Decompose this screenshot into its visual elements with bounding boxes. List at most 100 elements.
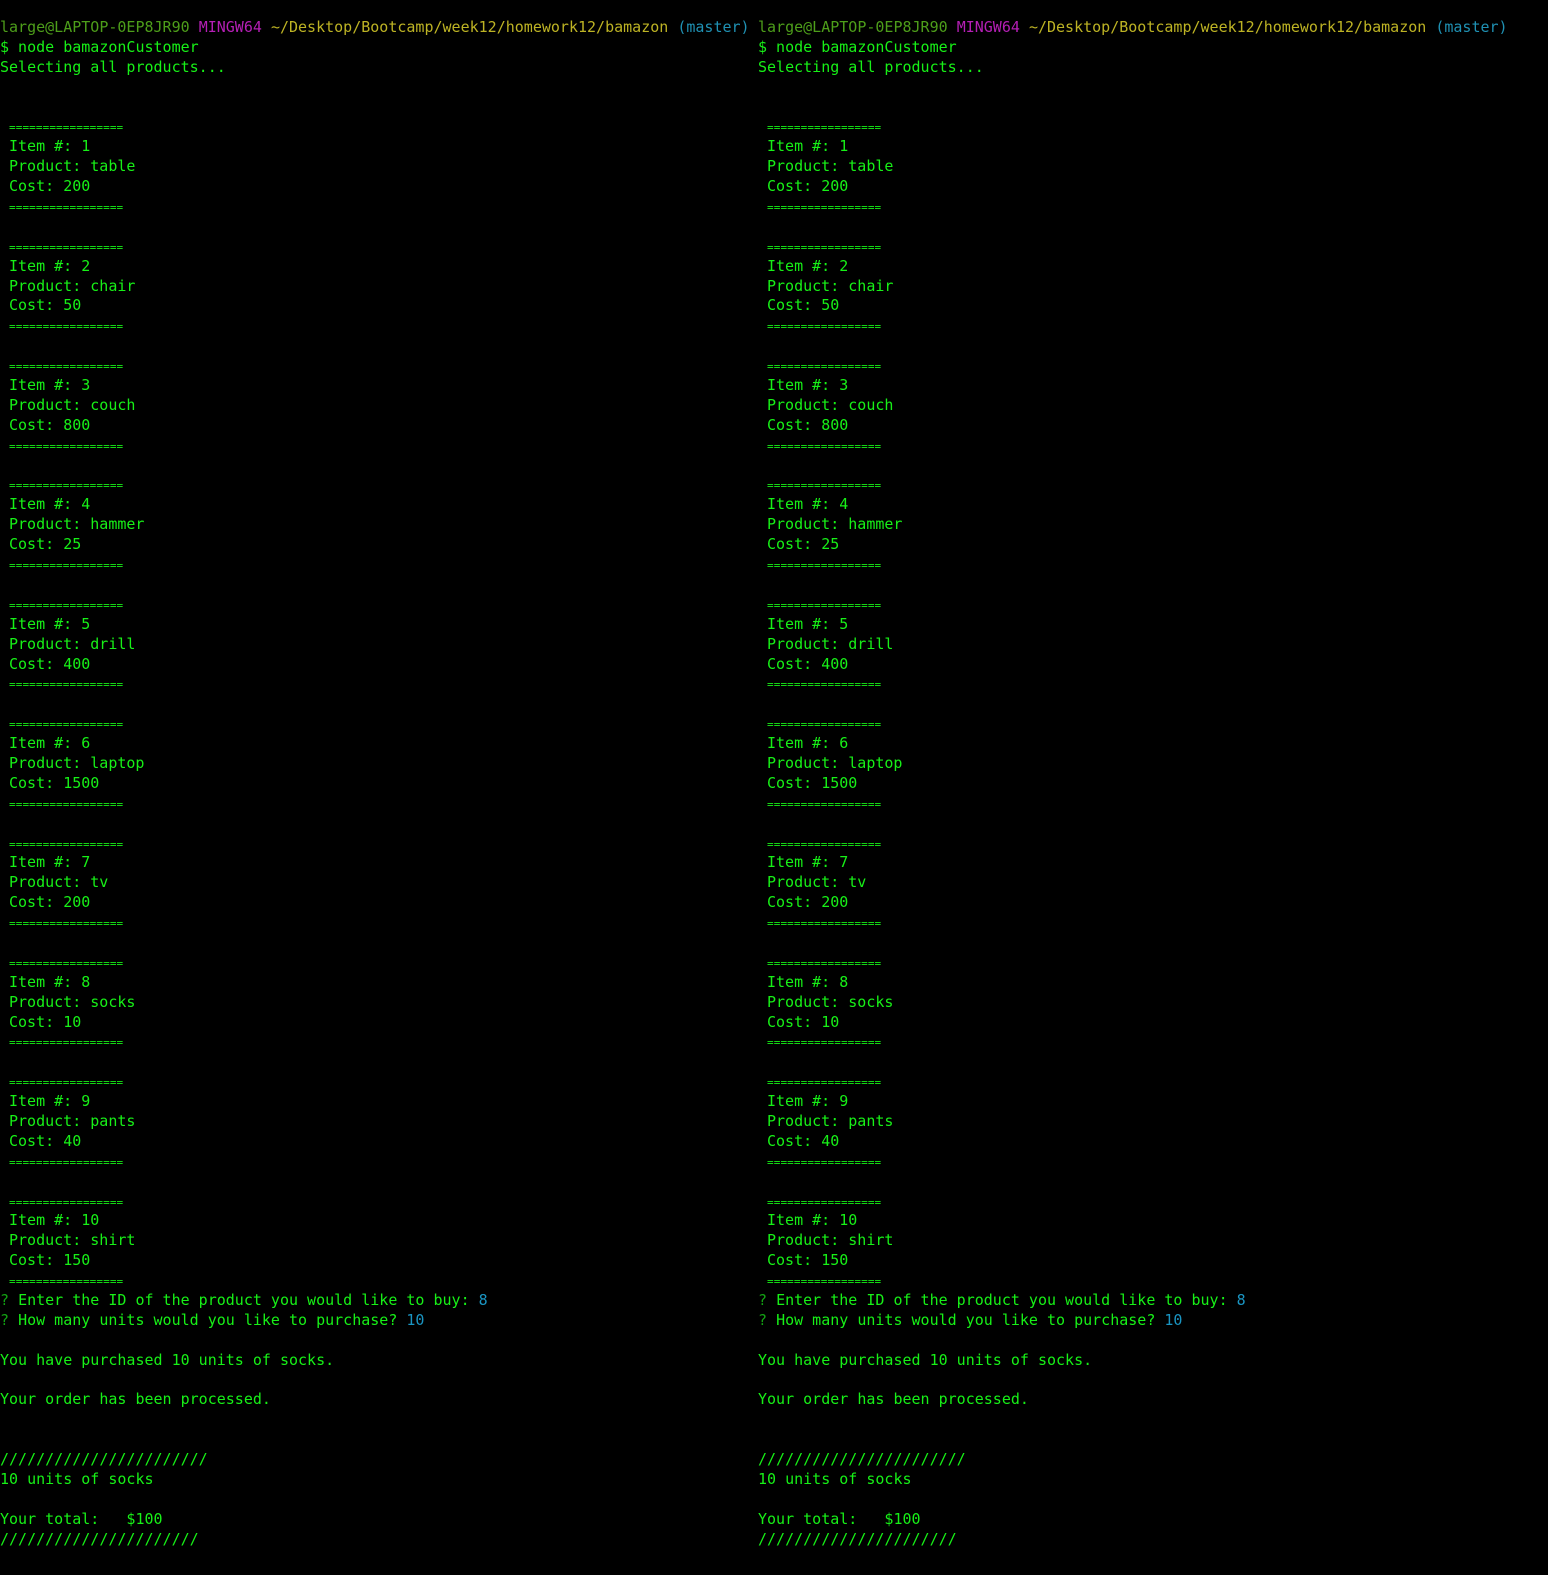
summary-units: 10 units of socks bbox=[0, 1470, 154, 1489]
product-cost-line: Cost: 200 bbox=[758, 177, 1516, 197]
question-mark-icon: ? bbox=[0, 1291, 10, 1309]
separator: ================= bbox=[9, 121, 124, 135]
product-name: shirt bbox=[848, 1231, 894, 1250]
product-label: Product: bbox=[9, 276, 91, 295]
separator: ================= bbox=[9, 917, 124, 931]
product-name: tv bbox=[848, 873, 867, 892]
product-item-line: Item #: 6 bbox=[0, 734, 758, 754]
product-name: table bbox=[848, 157, 894, 176]
shell-prompt-line: large@LAPTOP-0EP8JR90 MINGW64 ~/Desktop/… bbox=[758, 18, 1516, 38]
product-cost: 40 bbox=[821, 1131, 840, 1150]
product-item-line: Item #: 2 bbox=[0, 257, 758, 277]
product-name-line: Product: table bbox=[758, 157, 1516, 177]
item-label: Item #: bbox=[9, 614, 82, 633]
item-label: Item #: bbox=[767, 495, 840, 514]
separator-line: ================= bbox=[758, 436, 1516, 456]
question-answer: 8 bbox=[1236, 1291, 1246, 1309]
separator-line: ================= bbox=[0, 117, 758, 137]
separator-line: ================= bbox=[0, 1271, 758, 1291]
product-item-line: Item #: 10 bbox=[0, 1211, 758, 1231]
item-id: 4 bbox=[839, 495, 849, 514]
product-cost: 1500 bbox=[821, 773, 858, 792]
prompt-shell: MINGW64 bbox=[956, 18, 1020, 36]
product-name: drill bbox=[848, 634, 894, 653]
separator-line: ================= bbox=[0, 834, 758, 854]
product-cost: 25 bbox=[821, 535, 840, 554]
product-name-line: Product: couch bbox=[758, 396, 1516, 416]
separator: ================= bbox=[767, 559, 882, 573]
status-line: Selecting all products... bbox=[0, 58, 758, 78]
product-name-line: Product: drill bbox=[0, 635, 758, 655]
product-name-line: Product: laptop bbox=[758, 754, 1516, 774]
separator: ================= bbox=[767, 360, 882, 374]
item-id: 1 bbox=[839, 137, 849, 156]
product-cost: 150 bbox=[821, 1251, 849, 1270]
separator: ================= bbox=[9, 678, 124, 692]
separator-line: ================= bbox=[758, 794, 1516, 814]
prompt-shell: MINGW64 bbox=[198, 18, 262, 36]
product-label: Product: bbox=[9, 1231, 91, 1250]
product-name: couch bbox=[90, 395, 136, 414]
prompt-branch: (master) bbox=[677, 18, 750, 36]
prompt-branch: (master) bbox=[1435, 18, 1508, 36]
product-cost-line: Cost: 50 bbox=[758, 296, 1516, 316]
summary-units-line: 10 units of socks bbox=[758, 1470, 1516, 1490]
prompt-user-host: large@LAPTOP-0EP8JR90 bbox=[758, 18, 948, 36]
product-label: Product: bbox=[9, 515, 91, 534]
item-label: Item #: bbox=[767, 1092, 840, 1111]
item-id: 2 bbox=[839, 256, 849, 275]
purchase-message-line: You have purchased 10 units of socks. bbox=[0, 1351, 758, 1371]
product-name: hammer bbox=[848, 515, 903, 534]
question-mark-icon: ? bbox=[0, 1310, 10, 1329]
separator: ================= bbox=[767, 320, 882, 334]
product-name-line: Product: socks bbox=[0, 993, 758, 1013]
processed-message: Your order has been processed. bbox=[758, 1390, 1029, 1409]
terminal-pane-right[interactable]: large@LAPTOP-0EP8JR90 MINGW64 ~/Desktop/… bbox=[758, 18, 1516, 1550]
product-cost-line: Cost: 1500 bbox=[0, 774, 758, 794]
item-id: 4 bbox=[81, 495, 91, 514]
question-answer: 8 bbox=[478, 1291, 488, 1309]
separator-line: ================= bbox=[0, 1072, 758, 1092]
product-item-line: Item #: 1 bbox=[0, 137, 758, 157]
separator: ================= bbox=[9, 1036, 124, 1050]
product-label: Product: bbox=[9, 1111, 91, 1130]
cost-label: Cost: bbox=[9, 773, 64, 792]
separator-line: ================= bbox=[758, 237, 1516, 257]
cost-label: Cost: bbox=[9, 296, 64, 315]
product-name: tv bbox=[90, 873, 109, 892]
product-cost-line: Cost: 1500 bbox=[758, 774, 1516, 794]
item-id: 7 bbox=[81, 853, 91, 872]
separator: ================= bbox=[767, 121, 882, 135]
question-mark-icon: ? bbox=[758, 1291, 768, 1309]
product-name-line: Product: table bbox=[0, 157, 758, 177]
cost-label: Cost: bbox=[767, 535, 822, 554]
separator-line: ================= bbox=[758, 555, 1516, 575]
separator: ================= bbox=[767, 240, 882, 254]
product-item-line: Item #: 6 bbox=[758, 734, 1516, 754]
cost-label: Cost: bbox=[9, 654, 64, 673]
item-label: Item #: bbox=[9, 137, 82, 156]
terminal-pane-left[interactable]: large@LAPTOP-0EP8JR90 MINGW64 ~/Desktop/… bbox=[0, 18, 758, 1550]
product-cost: 200 bbox=[63, 177, 91, 196]
product-cost: 10 bbox=[821, 1012, 840, 1031]
item-label: Item #: bbox=[9, 376, 82, 395]
cost-label: Cost: bbox=[767, 177, 822, 196]
cost-label: Cost: bbox=[9, 1251, 64, 1270]
item-id: 10 bbox=[81, 1211, 100, 1230]
product-cost: 800 bbox=[63, 415, 91, 434]
product-name-line: Product: shirt bbox=[758, 1231, 1516, 1251]
product-item-line: Item #: 3 bbox=[0, 376, 758, 396]
separator: ================= bbox=[767, 678, 882, 692]
item-label: Item #: bbox=[9, 972, 82, 991]
product-cost: 10 bbox=[63, 1012, 82, 1031]
separator: ================= bbox=[767, 439, 882, 453]
